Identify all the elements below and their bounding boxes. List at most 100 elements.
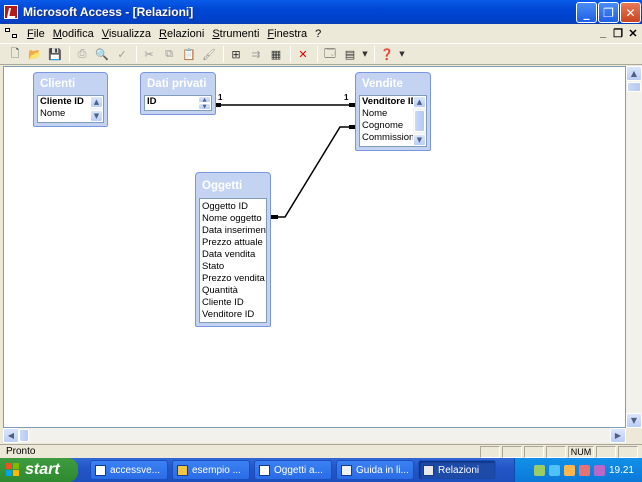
menu-strumenti[interactable]: Strumenti xyxy=(208,28,263,40)
horizontal-scroll-thumb[interactable] xyxy=(19,429,29,442)
help-icon[interactable]: ❓ xyxy=(378,45,396,63)
table-window-oggetti[interactable]: Oggetti Oggetto ID Nome oggetto Data ins… xyxy=(195,172,271,327)
show-all-icon[interactable]: ▦ xyxy=(267,45,285,63)
table-title[interactable]: Clienti xyxy=(37,73,104,95)
scroll-down-icon[interactable]: ▼ xyxy=(198,103,211,110)
toolbar: 🗋 📂 💾 ⎙ 🔍 ✓ ✂ ⧉ 📋 🖌 ⊞ ⇉ ▦ ✕ 🗔 ▤ ▼ ❓ ▼ xyxy=(0,43,642,65)
chevron-down-icon[interactable]: ▼ xyxy=(361,45,369,63)
print-icon[interactable]: ⎙ xyxy=(73,45,91,63)
new-object-icon[interactable]: ▤ xyxy=(341,45,359,63)
status-indicator xyxy=(480,445,500,458)
start-button[interactable]: start xyxy=(0,458,78,482)
scroll-thumb[interactable] xyxy=(414,110,425,132)
close-button[interactable]: ✕ xyxy=(620,2,641,23)
mdi-restore-button[interactable]: ❐ xyxy=(611,26,625,40)
chevron-down-icon[interactable]: ▼ xyxy=(398,45,406,63)
show-table-icon[interactable]: ⊞ xyxy=(227,45,245,63)
menu-file[interactable]: File xyxy=(23,28,49,40)
scroll-down-icon[interactable]: ▼ xyxy=(626,413,642,428)
tray-icon[interactable] xyxy=(548,464,560,476)
field-item[interactable]: Quantità xyxy=(200,285,266,297)
spelling-icon[interactable]: ✓ xyxy=(113,45,131,63)
taskbar-item[interactable]: Guida in li... xyxy=(336,460,414,480)
field-list-scrollbar[interactable]: ▲ ▼ xyxy=(413,96,426,146)
scroll-down-icon[interactable]: ▼ xyxy=(413,134,426,146)
table-title[interactable]: Vendite xyxy=(359,73,427,95)
toolbar-separator xyxy=(136,46,137,62)
scroll-right-icon[interactable]: ▶ xyxy=(610,428,626,443)
folder-icon xyxy=(177,464,188,476)
field-item[interactable]: Oggetto ID xyxy=(200,201,266,213)
horizontal-scrollbar[interactable]: ◀ ▶ xyxy=(3,428,626,443)
field-item[interactable]: Prezzo vendita xyxy=(200,273,266,285)
delete-icon[interactable]: ✕ xyxy=(294,45,312,63)
table-window-dati-privati[interactable]: Dati privati ID ▲ ▼ xyxy=(140,72,216,115)
field-item[interactable]: Data vendita xyxy=(200,249,266,261)
field-item[interactable]: Cliente ID xyxy=(200,297,266,309)
taskbar-item[interactable]: esempio ... xyxy=(172,460,250,480)
tray-icon[interactable] xyxy=(578,464,590,476)
field-list-scrollbar[interactable]: ▲ ▼ xyxy=(198,96,211,110)
print-preview-icon[interactable]: 🔍 xyxy=(93,45,111,63)
table-window-vendite[interactable]: Vendite Venditore ID Nome Cognome Commis… xyxy=(355,72,431,151)
mdi-minimize-button[interactable]: _ xyxy=(596,26,610,40)
taskbar-item[interactable]: accessve... xyxy=(90,460,168,480)
database-window-icon[interactable]: 🗔 xyxy=(321,45,339,63)
network-icon[interactable] xyxy=(533,464,545,476)
cut-icon[interactable]: ✂ xyxy=(140,45,158,63)
format-painter-icon[interactable]: 🖌 xyxy=(200,45,218,63)
tray-icon[interactable] xyxy=(593,464,605,476)
menu-finestra[interactable]: Finestra xyxy=(263,28,311,40)
open-icon[interactable]: 📂 xyxy=(26,45,44,63)
field-item[interactable]: Data inserimento xyxy=(200,225,266,237)
status-text: Pronto xyxy=(6,446,36,457)
table-window-clienti[interactable]: Clienti Cliente ID Nome ▲ ▼ xyxy=(33,72,108,127)
menu-modifica[interactable]: Modifica xyxy=(49,28,98,40)
status-indicator xyxy=(524,445,544,458)
mdi-close-button[interactable]: ✕ xyxy=(626,26,640,40)
field-item[interactable]: Stato xyxy=(200,261,266,273)
num-lock-indicator: NUM xyxy=(568,445,594,458)
field-list: Cliente ID Nome ▲ ▼ xyxy=(37,95,104,123)
taskbar-item-active[interactable]: Relazioni xyxy=(418,460,496,480)
vertical-scroll-thumb[interactable] xyxy=(627,82,641,92)
copy-icon[interactable]: ⧉ xyxy=(160,45,178,63)
new-icon[interactable]: 🗋 xyxy=(6,45,24,63)
maximize-button[interactable]: ❐ xyxy=(598,2,619,23)
menu-relazioni[interactable]: Relazioni xyxy=(155,28,208,40)
field-list: ID ▲ ▼ xyxy=(144,95,212,111)
status-indicator xyxy=(502,445,522,458)
minimize-button[interactable]: _ xyxy=(576,2,597,23)
toolbar-separator xyxy=(69,46,70,62)
field-item[interactable]: Venditore ID xyxy=(200,309,266,321)
scroll-left-icon[interactable]: ◀ xyxy=(3,428,19,443)
access-app-icon[interactable] xyxy=(4,5,18,19)
field-list: Venditore ID Nome Cognome Commissione ▲ … xyxy=(359,95,427,147)
scroll-up-icon[interactable]: ▲ xyxy=(90,96,103,108)
scroll-up-icon[interactable]: ▲ xyxy=(626,66,642,81)
field-item[interactable]: Prezzo attuale xyxy=(200,237,266,249)
table-title[interactable]: Dati privati xyxy=(144,73,212,95)
menu-help[interactable]: ? xyxy=(311,28,325,40)
scroll-up-icon[interactable]: ▲ xyxy=(413,96,426,108)
tray-icon[interactable] xyxy=(563,464,575,476)
field-item[interactable]: Nome oggetto xyxy=(200,213,266,225)
scroll-down-icon[interactable]: ▼ xyxy=(90,110,103,122)
taskbar-item[interactable]: Oggetti a... xyxy=(254,460,332,480)
scroll-up-icon[interactable]: ▲ xyxy=(198,96,211,103)
status-indicator xyxy=(596,445,616,458)
field-list-scrollbar[interactable]: ▲ ▼ xyxy=(90,96,103,122)
clock[interactable]: 19.21 xyxy=(609,465,634,476)
menu-visualizza[interactable]: Visualizza xyxy=(98,28,155,40)
taskbar: start accessve... esempio ... Oggetti a.… xyxy=(0,458,642,482)
show-direct-icon[interactable]: ⇉ xyxy=(247,45,265,63)
relationships-window-icon[interactable] xyxy=(5,27,19,40)
toolbar-separator xyxy=(290,46,291,62)
status-indicator xyxy=(618,445,638,458)
table-title[interactable]: Oggetti xyxy=(199,173,267,198)
document-icon xyxy=(95,464,106,476)
paste-icon[interactable]: 📋 xyxy=(180,45,198,63)
vertical-scrollbar[interactable]: ▲ ▼ xyxy=(626,66,642,428)
title-bar: Microsoft Access - [Relazioni] _ ❐ ✕ xyxy=(0,0,642,24)
save-icon[interactable]: 💾 xyxy=(46,45,64,63)
